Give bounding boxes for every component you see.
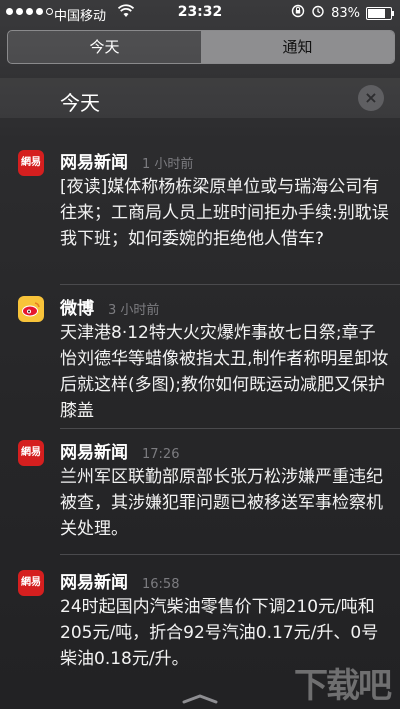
rotation-lock-icon xyxy=(291,4,305,22)
notification-app-name: 微博 xyxy=(60,299,94,319)
notification-body: 兰州军区联勤部原部长张万松涉嫌严重违纪被查，其涉嫌犯罪问题已被移送军事检察机关处… xyxy=(60,467,383,539)
tab-notifications[interactable]: 通知 xyxy=(201,31,394,63)
netease-news-icon: 網易 xyxy=(18,440,44,466)
divider xyxy=(60,554,400,555)
notification-time: 1 小时前 xyxy=(142,157,194,172)
notification-time: 3 小时前 xyxy=(108,303,160,318)
notification-time: 17:26 xyxy=(142,447,180,462)
notification-time: 16:58 xyxy=(142,577,180,592)
divider xyxy=(60,428,400,429)
notification-body: 天津港8·12特大火灾爆炸事故七日祭;章子怡刘德华等蜡像被指太丑,制作者称明星卸… xyxy=(60,323,389,421)
weibo-icon xyxy=(18,296,44,322)
close-center-grabber-handle[interactable] xyxy=(182,689,218,704)
netease-news-icon: 網易 xyxy=(18,150,44,176)
netease-news-icon: 網易 xyxy=(18,570,44,596)
close-icon: × xyxy=(364,88,378,107)
view-segmented-control: 今天 通知 xyxy=(7,30,395,64)
battery-percent: 83% xyxy=(331,5,360,21)
section-title: 今天 xyxy=(60,91,100,115)
notification-body: [夜读]媒体称杨栋梁原单位或与瑞海公司有往来；工商局人员上班时间拒办手续:别耽误… xyxy=(60,177,389,249)
watermark-logo: 下载吧 xyxy=(294,666,392,706)
status-bar: 中国移动 23:32 83% xyxy=(0,0,400,26)
section-header: 今天 × xyxy=(0,78,400,118)
clear-notifications-button[interactable]: × xyxy=(358,85,384,111)
notification-app-name: 网易新闻 xyxy=(60,573,128,593)
tab-today[interactable]: 今天 xyxy=(8,31,201,63)
battery-icon xyxy=(366,6,394,20)
divider xyxy=(60,284,400,285)
alarm-icon xyxy=(311,4,325,22)
notification-app-name: 网易新闻 xyxy=(60,153,128,173)
notification-app-name: 网易新闻 xyxy=(60,443,128,463)
